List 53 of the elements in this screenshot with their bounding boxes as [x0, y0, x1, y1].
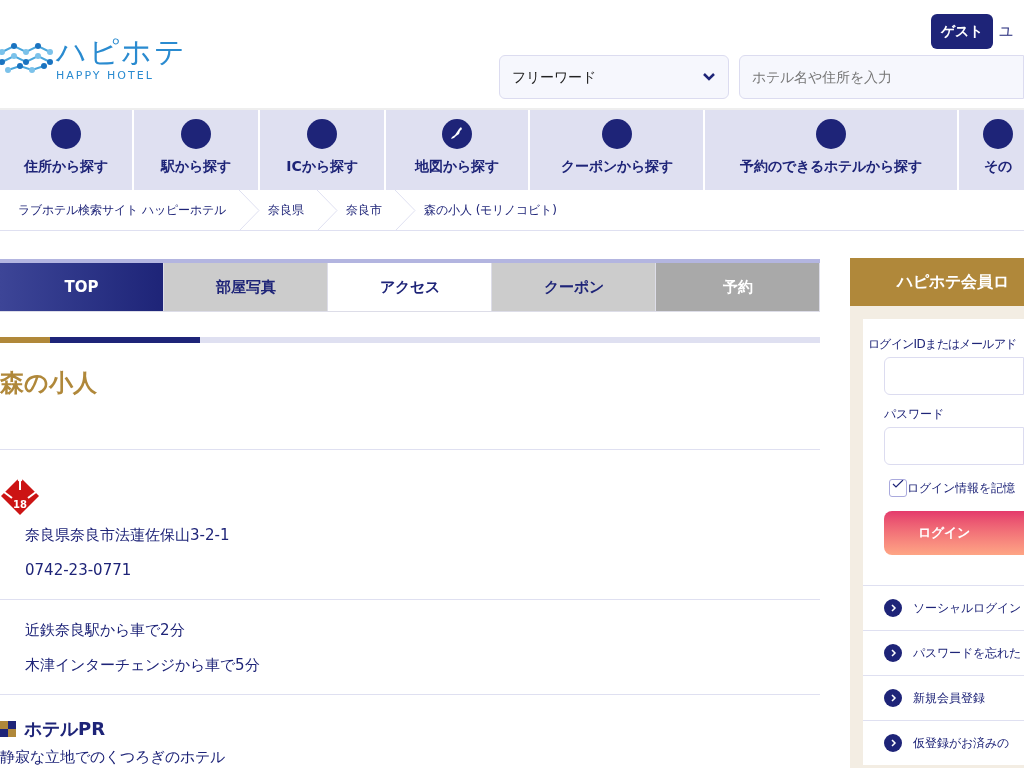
nav-item[interactable]: その: [959, 110, 1024, 190]
password-field[interactable]: [884, 427, 1024, 465]
nav-item[interactable]: 住所から探す: [0, 110, 134, 190]
password-label: パスワード: [884, 406, 945, 423]
login-id-label: ログインIDまたはメールアド: [868, 336, 1018, 353]
chevron-circle-icon: [884, 689, 902, 707]
remember-label: ログイン情報を記憶: [907, 480, 1015, 497]
page-tab[interactable]: TOP: [0, 263, 164, 311]
section-heading: ホテルPR: [24, 717, 106, 741]
chevron-down-icon: [702, 72, 716, 82]
page-tab[interactable]: クーポン: [492, 263, 656, 311]
address-text: 奈良県奈良市法蓮佐保山3-2-1: [24, 525, 231, 546]
nav-item[interactable]: 予約のできるホテルから探す: [705, 110, 959, 190]
chevron-circle-icon: [884, 599, 902, 617]
search-field[interactable]: ホテル名や住所を入力: [739, 55, 1024, 99]
nav-icon: [601, 119, 632, 149]
guest-badge: ゲスト: [931, 14, 993, 49]
logo-title: ハピホテ: [56, 36, 186, 68]
access-text: 木津インターチェンジから車で5分: [24, 654, 261, 676]
nav-item[interactable]: 駅から探す: [134, 110, 260, 190]
happy-hotel-logo[interactable]: ハピホテ HAPPY HOTEL: [0, 36, 186, 85]
breadcrumb-link[interactable]: 奈良県: [259, 201, 316, 219]
breadcrumb-link[interactable]: ラブホテル検索サイト ハッピーホテル: [0, 201, 238, 219]
nav-icon: [51, 119, 81, 149]
nav-item[interactable]: ICから探す: [260, 110, 386, 190]
nav-icon: [983, 119, 1013, 149]
login-menu-link[interactable]: パスワードを忘れた: [863, 630, 1024, 675]
hotel-name: 森の小人: [0, 368, 98, 399]
chevron-circle-icon: [884, 644, 902, 662]
nav-item[interactable]: 地図から探す: [386, 110, 530, 190]
user-link[interactable]: ユ: [999, 21, 1024, 42]
login-menu-link[interactable]: 仮登録がお済みの: [863, 720, 1024, 765]
login-menu-link[interactable]: ソーシャルログイン: [863, 585, 1024, 630]
phone-number: 0742-23-0771: [24, 559, 133, 581]
login-id-field[interactable]: [884, 357, 1024, 395]
checkered-square-icon: [0, 720, 16, 737]
adults-only-18-icon: 18: [0, 476, 40, 516]
login-header: ハピホテ会員ロ: [850, 258, 1024, 306]
japan-map-icon: [442, 119, 472, 149]
page-tab[interactable]: 部屋写真: [164, 263, 328, 311]
nav-item[interactable]: クーポンから探す: [530, 110, 705, 190]
nav-icon: [181, 119, 211, 149]
nav-icon: [816, 119, 846, 149]
checkmark-icon: [892, 480, 904, 490]
pr-text: 静寂な立地でのくつろぎのホテル: [0, 747, 226, 768]
nav-icon: [307, 119, 337, 149]
login-menu-link[interactable]: 新規会員登録: [863, 675, 1024, 720]
access-text: 近鉄奈良駅から車で2分: [24, 620, 186, 641]
breadcrumb-link[interactable]: 奈良市: [337, 201, 394, 219]
search-select[interactable]: フリーワード: [499, 55, 729, 99]
remember-checkbox[interactable]: [889, 479, 907, 497]
logo-subtitle: HAPPY HOTEL: [56, 68, 155, 84]
chevron-circle-icon: [884, 734, 902, 752]
